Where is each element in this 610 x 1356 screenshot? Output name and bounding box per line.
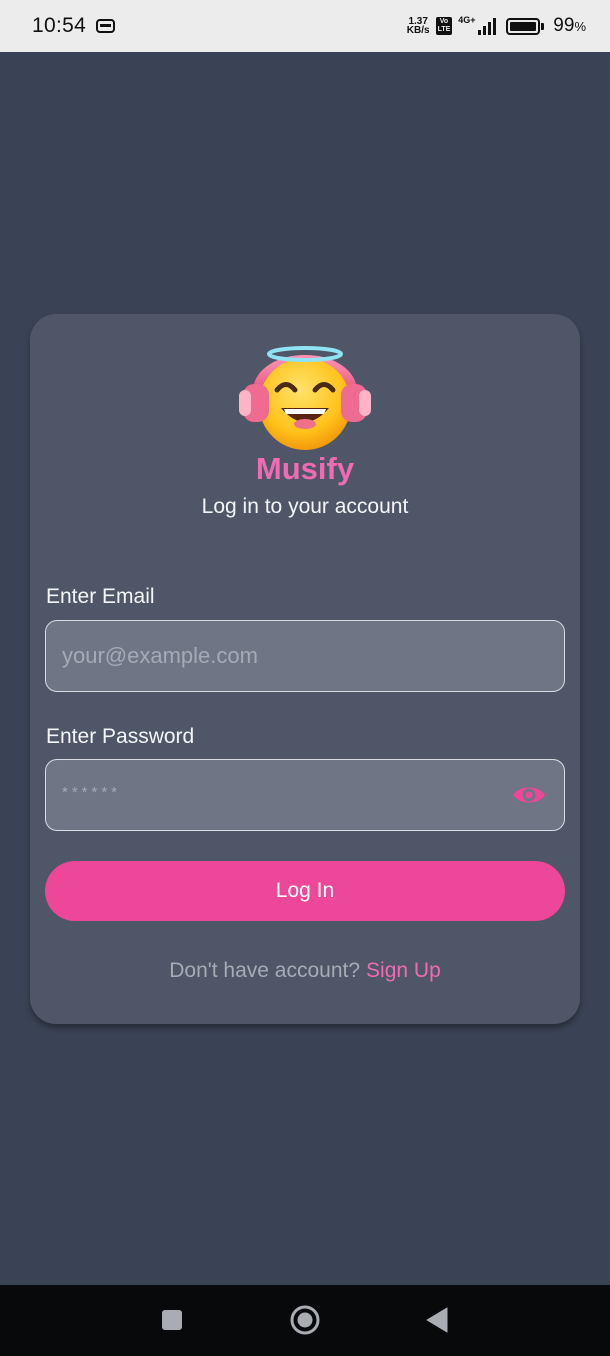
- signal-bar: [478, 30, 482, 35]
- nav-home-button[interactable]: [288, 1303, 322, 1337]
- email-placeholder: your@example.com: [62, 643, 258, 668]
- signup-prompt: Don't have account?: [169, 959, 361, 982]
- battery-percent-value: 99: [553, 15, 575, 36]
- volte-icon: Vo LTE: [435, 17, 453, 35]
- square-icon: [162, 1310, 182, 1330]
- headphones-emoji-icon: [239, 346, 371, 450]
- network-speed: 1.37 KB/s: [406, 17, 430, 36]
- status-bar: 10:54 1.37 KB/s Vo LTE 4G+ 99%: [0, 0, 610, 52]
- battery-percent: 99%: [553, 15, 586, 37]
- nav-back-button[interactable]: [420, 1303, 454, 1337]
- battery-icon: [506, 17, 545, 35]
- status-right: 1.37 KB/s Vo LTE 4G+ 99%: [407, 15, 586, 37]
- login-button[interactable]: Log In: [45, 861, 565, 921]
- password-label: Enter Password: [46, 725, 195, 748]
- password-placeholder: ******: [62, 783, 122, 801]
- signal-bar: [483, 26, 487, 35]
- email-field[interactable]: your@example.com: [45, 620, 565, 692]
- navigation-bar: [0, 1285, 610, 1356]
- signal-strength-icon: 4G+: [458, 15, 497, 35]
- battery-fill: [510, 21, 537, 31]
- login-subtitle: Log in to your account: [201, 495, 409, 518]
- battery-body: [506, 17, 541, 35]
- battery-tip: [541, 22, 545, 30]
- eye-icon[interactable]: [512, 782, 546, 808]
- signal-bar: [493, 18, 497, 35]
- circle-icon: [290, 1305, 320, 1335]
- volte-top-label: Vo: [439, 18, 449, 25]
- signup-link[interactable]: Sign Up: [366, 959, 441, 982]
- signup-row: Don't have account? Sign Up: [30, 959, 580, 983]
- status-time: 10:54: [32, 14, 87, 37]
- email-label: Enter Email: [46, 585, 155, 608]
- status-left: 10:54: [32, 14, 116, 38]
- password-field[interactable]: ******: [45, 759, 565, 831]
- signal-bar: [488, 22, 492, 35]
- network-type: 4G+: [458, 15, 476, 25]
- sim-card-icon: [96, 19, 116, 33]
- nav-recents-button[interactable]: [155, 1303, 189, 1337]
- triangle-back-icon: [426, 1307, 448, 1333]
- volte-bottom-label: LTE: [437, 26, 451, 33]
- battery-percent-unit: %: [574, 19, 586, 34]
- app-name: Musify: [255, 451, 355, 486]
- login-card: Musify Log in to your account Enter Emai…: [30, 314, 580, 1024]
- network-speed-unit: KB/s: [406, 25, 430, 36]
